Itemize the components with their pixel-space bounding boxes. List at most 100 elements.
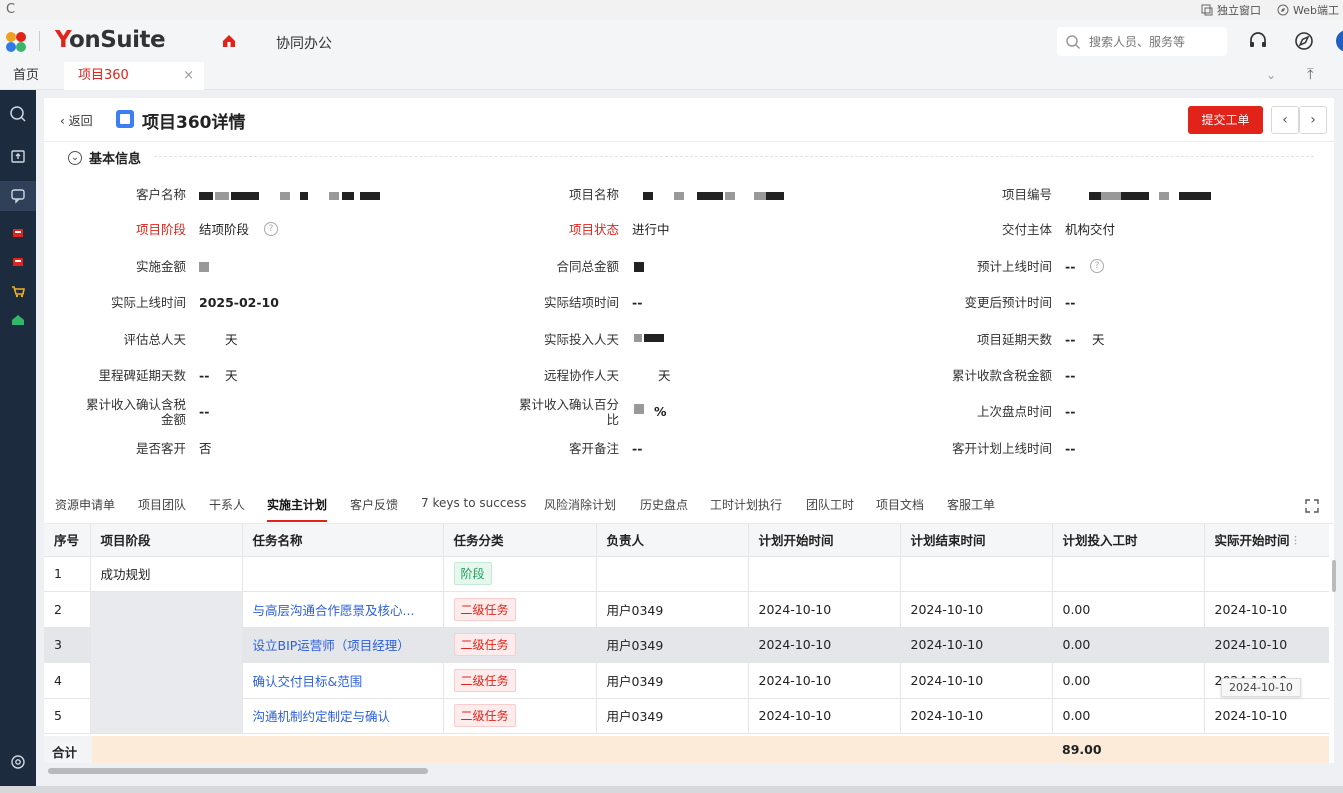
tab-team-hours[interactable]: 团队工时: [806, 496, 854, 513]
house-icon: [12, 315, 24, 325]
avatar[interactable]: [1336, 30, 1343, 52]
headset-icon[interactable]: [1248, 31, 1268, 51]
browser-strip: C 独立窗口 Web端工: [0, 0, 1343, 20]
task-link[interactable]: 沟通机制约定制定与确认: [242, 698, 444, 734]
value-delay-days: --: [1065, 332, 1076, 347]
value-last-check: --: [1065, 404, 1076, 419]
fullscreen-icon[interactable]: [1304, 498, 1320, 514]
unit-eval-days: 天: [225, 332, 238, 347]
tab-strip: 首页 项目360 × ⌄ ⤒: [0, 62, 1343, 90]
label-delivery-entity: 交付主体: [1001, 222, 1052, 237]
cell-plan-start: 2024-10-10: [748, 698, 901, 734]
value-planned-online: --: [1065, 259, 1076, 274]
cell-no: 1: [44, 556, 91, 592]
unit-cum-income-pct: %: [654, 404, 667, 419]
sidebar-search[interactable]: [0, 99, 36, 129]
chevron-down-icon[interactable]: ⌄: [1266, 68, 1276, 82]
search-input[interactable]: [1089, 34, 1209, 49]
tab-resource-request[interactable]: 资源申请单: [55, 496, 115, 513]
sidebar-app-3[interactable]: [0, 276, 36, 306]
task-link[interactable]: 设立BIP运营师（项目经理）: [242, 627, 444, 663]
tab-project-docs[interactable]: 项目文档: [876, 496, 924, 513]
brand-rest: onSuite: [69, 27, 166, 53]
web-button[interactable]: Web端工: [1277, 2, 1339, 18]
col-no: 序号: [44, 524, 91, 557]
sidebar-app-1[interactable]: [0, 218, 36, 248]
cell-actual-start: 2024-10-10: [1204, 698, 1329, 734]
close-icon[interactable]: ×: [183, 62, 194, 90]
tab-project360[interactable]: 项目360 ×: [64, 62, 204, 90]
value-kaikai-plan: --: [1065, 441, 1076, 456]
tab-customer-feedback[interactable]: 客户反馈: [350, 496, 398, 513]
prev-button[interactable]: ‹: [1271, 106, 1299, 134]
tab-history-check[interactable]: 历史盘点: [640, 496, 688, 513]
cell-stage-merged: [90, 591, 243, 734]
task-link[interactable]: 与高层沟通合作愿景及核心...: [242, 591, 444, 628]
sidebar-settings[interactable]: [0, 747, 36, 777]
compass-nav-icon[interactable]: [1294, 31, 1314, 51]
tab-7-keys[interactable]: 7 keys to success: [421, 496, 526, 510]
vertical-scrollbar[interactable]: [1332, 560, 1336, 592]
nav-collab-office[interactable]: 协同办公: [276, 33, 332, 53]
value-changed-planned: --: [1065, 295, 1076, 310]
submit-ticket-button[interactable]: 提交工单: [1188, 106, 1263, 134]
tab-home[interactable]: 首页: [13, 62, 39, 90]
cell-plan-hours: 0.00: [1052, 591, 1205, 628]
masked-value: [644, 334, 664, 342]
label-is-kaikai: 是否客开: [135, 441, 186, 456]
tab-project-team[interactable]: 项目团队: [138, 496, 186, 513]
sidebar-app-2[interactable]: [0, 247, 36, 277]
home-icon[interactable]: [221, 33, 237, 49]
masked-value: [1159, 192, 1169, 200]
summary-label: 合计: [52, 742, 78, 761]
back-button[interactable]: ‹ 返回: [60, 112, 93, 129]
reload-icon[interactable]: C: [6, 2, 15, 17]
web-label: Web端工: [1293, 4, 1339, 17]
unit-remote-days: 天: [658, 368, 671, 383]
title-bar: ‹ 返回 项目360详情 提交工单 ‹ ›: [44, 98, 1334, 142]
tab-stakeholders[interactable]: 干系人: [209, 496, 245, 513]
unit-milestone-delay: 天: [225, 368, 238, 383]
sidebar-chat[interactable]: [0, 181, 36, 211]
masked-value: [634, 334, 642, 342]
sidebar-app-4[interactable]: [0, 305, 36, 335]
cell-owner: [596, 556, 749, 592]
label-delay-days: 项目延期天数: [976, 332, 1052, 347]
cell-plan-hours: [1052, 556, 1205, 592]
next-button[interactable]: ›: [1299, 106, 1327, 134]
help-icon[interactable]: ?: [1090, 259, 1104, 273]
table-row[interactable]: 2 与高层沟通合作愿景及核心... 二级任务 用户0349 2024-10-10…: [44, 591, 1329, 734]
label-actual-days: 实际投入人天: [543, 332, 619, 347]
tab-service-tickets[interactable]: 客服工单: [947, 496, 995, 513]
column-settings-icon[interactable]: ⫶: [1294, 533, 1297, 548]
masked-value: [215, 192, 229, 200]
label-actual-close: 实际结项时间: [543, 295, 619, 310]
horizontal-scrollbar[interactable]: [48, 768, 428, 774]
sidebar-upload[interactable]: [0, 141, 36, 171]
tab-implementation-plan[interactable]: 实施主计划: [267, 496, 328, 522]
sub-tabs: 资源申请单 项目团队 干系人 实施主计划 客户反馈 7 keys to succ…: [44, 488, 1334, 524]
table-header: 序号 项目阶段 任务名称 任务分类 负责人 计划开始时间 计划结束时间 计划投入…: [44, 524, 1329, 557]
yonsuite-logo[interactable]: YonSuite: [55, 27, 166, 53]
top-header: YonSuite 协同办公: [0, 20, 1343, 62]
tab-risk-plan[interactable]: 风险消除计划: [544, 496, 616, 513]
masked-value: [329, 192, 339, 200]
table-row[interactable]: 1 成功规划 阶段: [44, 556, 1329, 592]
collapse-icon: ⌄: [68, 150, 82, 165]
cell-plan-end: 2024-10-10: [900, 627, 1053, 663]
cell-no: 4: [44, 662, 91, 699]
tab-hours-plan[interactable]: 工时计划执行: [710, 496, 782, 513]
cell-plan-end: [900, 556, 1053, 592]
search-box[interactable]: [1057, 27, 1227, 56]
label-project-name: 项目名称: [568, 187, 619, 202]
section-basic-info[interactable]: ⌄ 基本信息: [68, 148, 141, 167]
independent-window-button[interactable]: 独立窗口: [1201, 2, 1261, 18]
label-changed-planned: 变更后预计时间: [964, 295, 1052, 310]
masked-value: [766, 192, 784, 200]
task-link[interactable]: 确认交付目标&范围: [242, 662, 444, 699]
help-icon[interactable]: ?: [264, 222, 278, 236]
upload-icon[interactable]: ⤒: [1307, 65, 1314, 83]
app-grid-logo-icon[interactable]: [4, 30, 28, 54]
label-cum-collect: 累计收款含税金额: [951, 368, 1052, 383]
cell-owner: 用户0349: [596, 591, 749, 628]
